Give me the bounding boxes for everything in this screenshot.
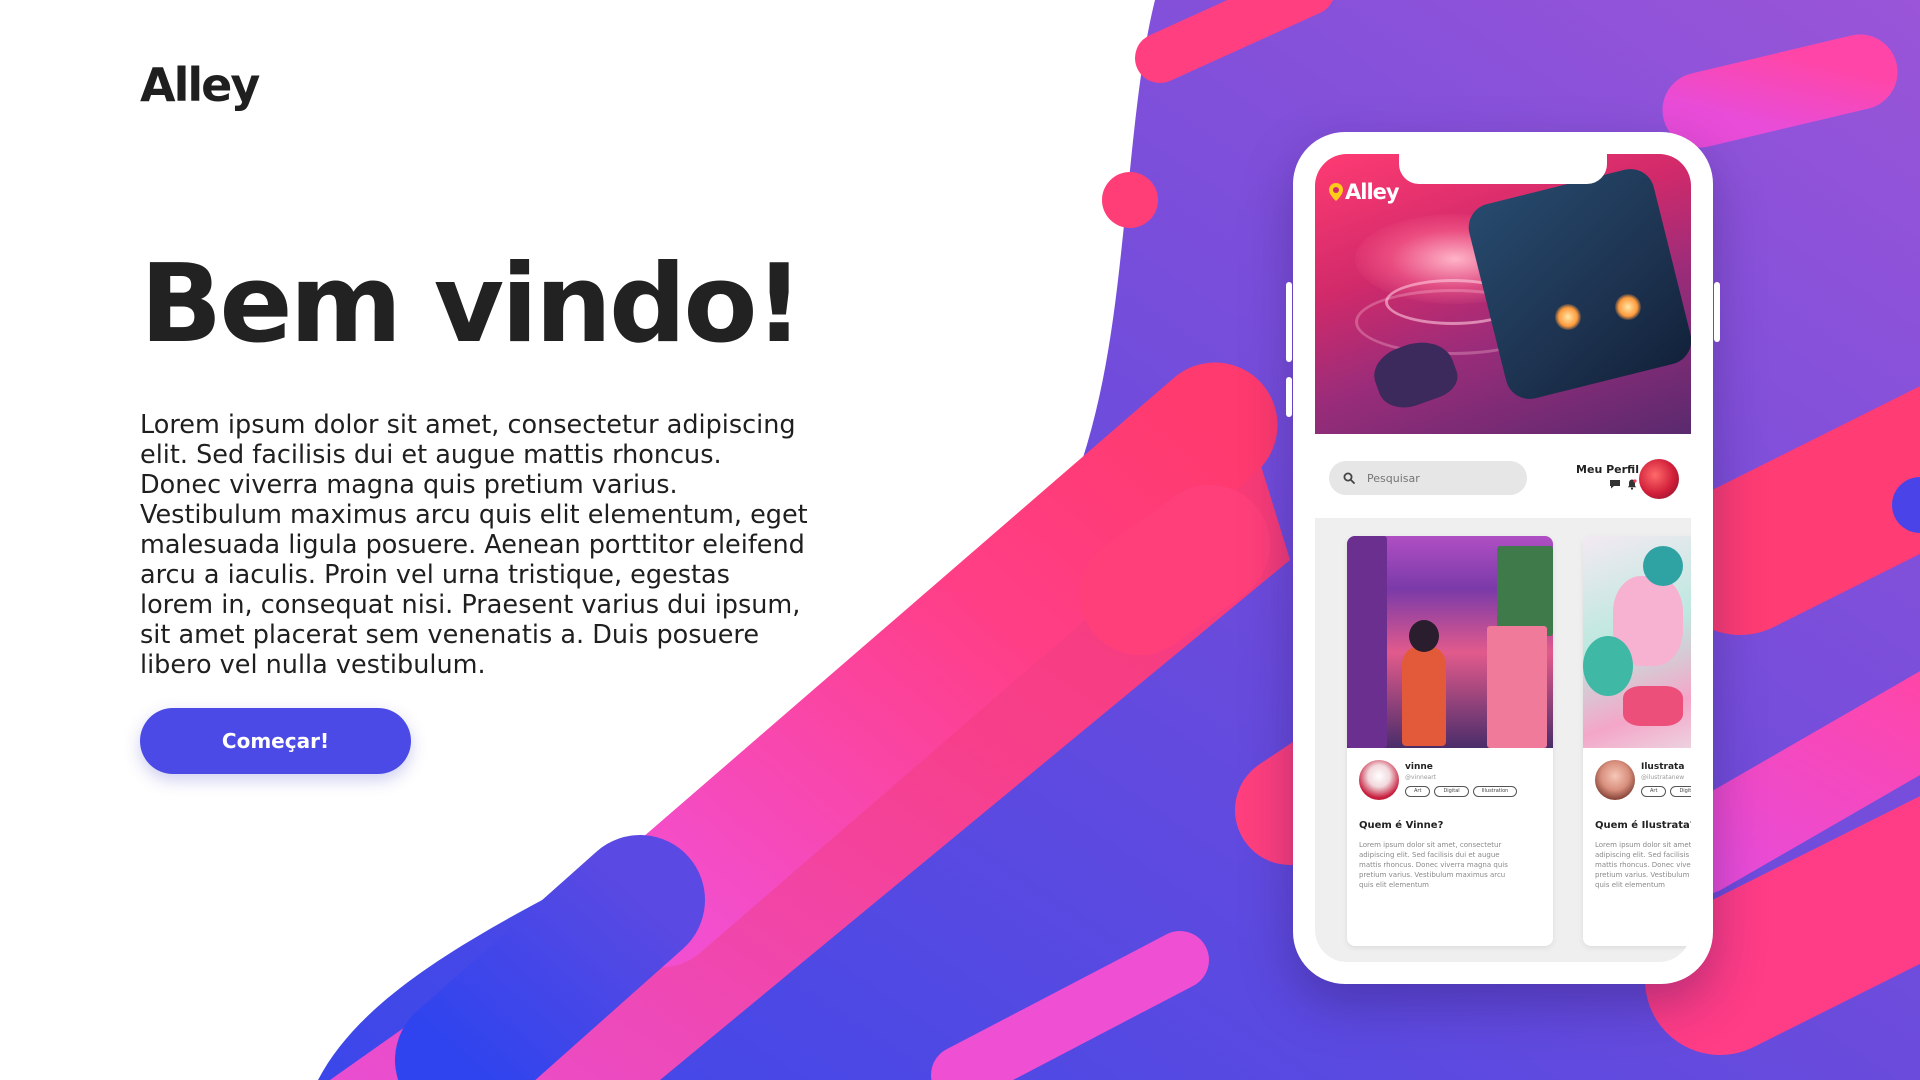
card-tags: Art Digital xyxy=(1641,786,1691,797)
tag[interactable]: Illustration xyxy=(1472,786,1518,797)
page-title: Bem vindo! xyxy=(140,242,804,367)
phone-notch xyxy=(1399,154,1607,184)
brand-logo[interactable]: Alley xyxy=(140,58,260,112)
card-handle: @vinneart xyxy=(1405,774,1437,781)
profile-label[interactable]: Meu Perfil xyxy=(1576,463,1639,476)
intro-paragraph: Lorem ipsum dolor sit amet, consectetur … xyxy=(140,410,808,680)
app-logo-text: Alley xyxy=(1345,180,1400,204)
card-user: vinne @vinneart Art Digital Illustration xyxy=(1359,760,1549,810)
card-text: Lorem ipsum dolor sit amet, consectetur … xyxy=(1595,841,1691,889)
tag[interactable]: Digital xyxy=(1434,786,1469,797)
phone-mockup: Alley Meu Perfil xyxy=(1286,132,1720,984)
artist-card[interactable]: Ilustrata @ilustratanew Art Digital Quem… xyxy=(1583,536,1691,946)
jeep-illustration xyxy=(1463,163,1691,405)
artist-card[interactable]: vinne @vinneart Art Digital Illustration… xyxy=(1347,536,1553,946)
phone-side-button xyxy=(1286,377,1292,417)
art-shape xyxy=(1409,620,1439,652)
avatar[interactable] xyxy=(1595,760,1635,800)
search-bar[interactable] xyxy=(1329,461,1527,495)
card-artwork xyxy=(1347,536,1553,748)
artist-feed: vinne @vinneart Art Digital Illustration… xyxy=(1315,518,1691,962)
card-username[interactable]: Ilustrata xyxy=(1641,762,1684,772)
card-title: Quem é Vinne? xyxy=(1359,820,1444,831)
search-input[interactable] xyxy=(1365,470,1509,486)
art-shape xyxy=(1643,546,1683,586)
headlight xyxy=(1555,304,1581,330)
app-logo[interactable]: Alley xyxy=(1329,180,1400,204)
chat-icon[interactable] xyxy=(1609,479,1621,489)
art-shape xyxy=(1347,536,1387,748)
streak xyxy=(1080,485,1270,655)
phone-screen: Alley Meu Perfil xyxy=(1315,154,1691,962)
phone-power-button xyxy=(1714,282,1720,342)
pink-dot xyxy=(1102,172,1158,228)
location-pin-icon xyxy=(1329,183,1343,201)
card-user: Ilustrata @ilustratanew Art Digital xyxy=(1595,760,1691,810)
profile-icons xyxy=(1609,479,1637,490)
profile-area[interactable]: Meu Perfil xyxy=(1573,457,1685,503)
art-shape xyxy=(1623,686,1683,726)
card-text: Lorem ipsum dolor sit amet, consectetur … xyxy=(1359,841,1508,889)
start-button[interactable]: Começar! xyxy=(140,708,411,774)
bell-icon[interactable] xyxy=(1627,479,1637,490)
app-hero-banner: Alley xyxy=(1315,154,1691,434)
phone-volume-button xyxy=(1286,282,1292,362)
headlight xyxy=(1615,294,1641,320)
card-artwork xyxy=(1583,536,1691,748)
search-icon xyxy=(1343,472,1355,484)
art-shape xyxy=(1583,636,1633,696)
avatar[interactable] xyxy=(1639,459,1679,499)
tag[interactable]: Digital xyxy=(1670,786,1691,797)
streak xyxy=(1662,34,1898,148)
card-title: Quem é Ilustrata? xyxy=(1595,820,1691,831)
avatar[interactable] xyxy=(1359,760,1399,800)
art-shape xyxy=(1497,546,1553,636)
art-shape xyxy=(1402,646,1446,746)
art-shape xyxy=(1487,626,1547,748)
tag[interactable]: Art xyxy=(1405,786,1431,797)
card-username[interactable]: vinne xyxy=(1405,762,1433,772)
card-tags: Art Digital Illustration xyxy=(1405,786,1518,797)
tag[interactable]: Art xyxy=(1641,786,1667,797)
card-handle: @ilustratanew xyxy=(1641,774,1685,781)
